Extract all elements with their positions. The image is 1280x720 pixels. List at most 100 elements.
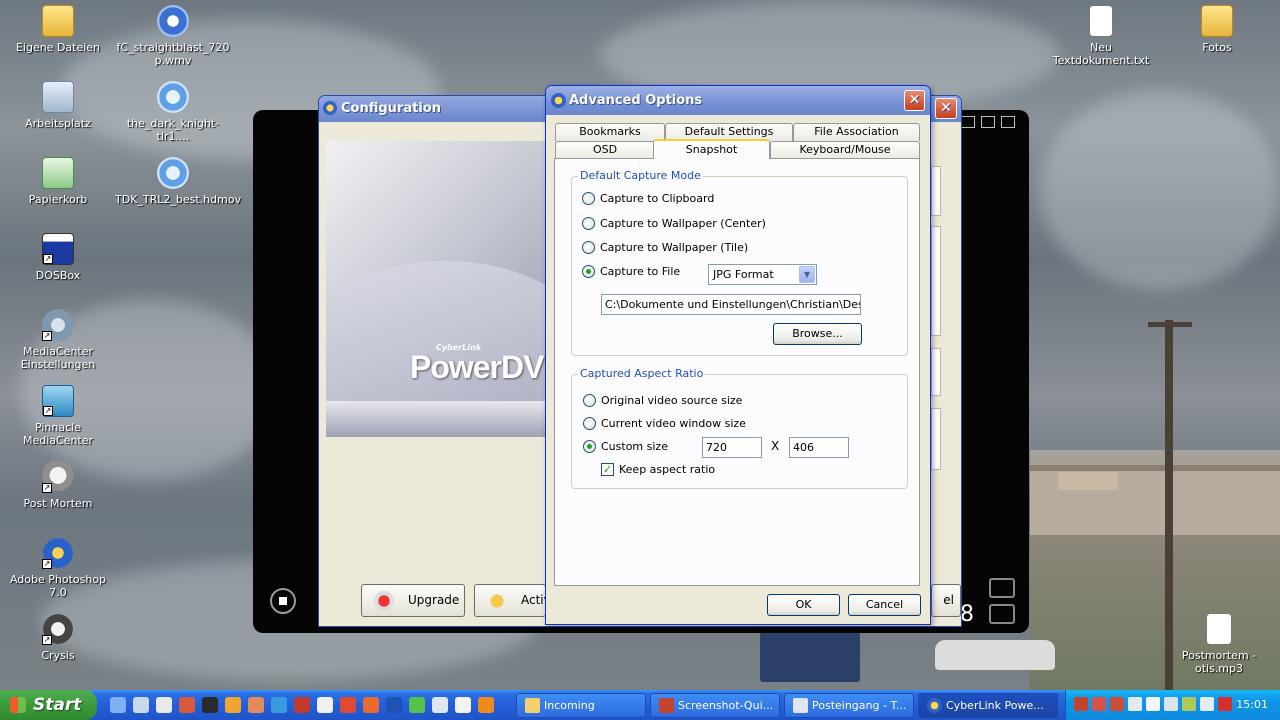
desktop-icon-photoshop[interactable]: ↗ Adobe Photoshop 7.0	[0, 537, 116, 599]
desktop-icon-straightblast[interactable]: fC_straightblast_720p.wmv	[115, 5, 231, 67]
custom-height-input[interactable]: 406	[789, 437, 849, 458]
show-desktop-icon[interactable]	[110, 697, 126, 713]
browse-button[interactable]: Browse...	[773, 323, 862, 345]
desktop-icon-tdk-trl2[interactable]: TDK_TRL2_best.hdmov	[115, 157, 241, 206]
tools-icon[interactable]	[989, 578, 1015, 598]
start-button[interactable]: Start	[0, 690, 97, 720]
radio-button[interactable]	[582, 192, 595, 205]
radio-capture-wallpaper-center[interactable]: Capture to Wallpaper (Center)	[582, 217, 766, 230]
quicklaunch-icon[interactable]	[340, 697, 356, 713]
player-counter: 8	[960, 602, 974, 627]
desktop-icon-postmortem-mp3[interactable]: Postmortem - otis.mp3	[1159, 613, 1279, 675]
quicklaunch-icon[interactable]	[225, 697, 241, 713]
quicklaunch-icon[interactable]	[179, 697, 195, 713]
tab-keyboard-mouse[interactable]: Keyboard/Mouse	[770, 141, 920, 159]
quicklaunch-icon[interactable]	[156, 697, 172, 713]
desktop-icon-papierkorb[interactable]: Papierkorb	[0, 157, 116, 206]
maximize-icon[interactable]	[981, 116, 995, 128]
tray-icon[interactable]	[1128, 697, 1142, 711]
quicklaunch-icon[interactable]	[455, 697, 471, 713]
quicklaunch-icon[interactable]	[386, 697, 402, 713]
tray-icon[interactable]	[1146, 697, 1160, 711]
cancel-button-partial[interactable]: el	[931, 584, 961, 617]
desktop-icon-eigene-dateien[interactable]: Eigene Dateien	[0, 5, 116, 54]
radio-button[interactable]	[582, 241, 595, 254]
radio-button[interactable]	[582, 265, 595, 278]
quicklaunch-icon[interactable]	[133, 697, 149, 713]
desktop-icon-pinnacle[interactable]: ↗ Pinnacle MediaCenter	[0, 385, 116, 447]
minimize-icon[interactable]	[961, 116, 975, 128]
radio-button[interactable]	[583, 440, 596, 453]
task-posteingang[interactable]: Posteingang - T...	[784, 693, 914, 718]
custom-width-input[interactable]: 720	[702, 437, 762, 458]
text-file-icon	[1089, 5, 1113, 37]
vlc-icon[interactable]	[478, 697, 494, 713]
quicklaunch-icon[interactable]	[409, 697, 425, 713]
keep-aspect-ratio-checkbox[interactable]: ✓ Keep aspect ratio	[601, 463, 715, 476]
tab-bookmarks[interactable]: Bookmarks	[555, 123, 665, 141]
expand-icon[interactable]	[989, 604, 1015, 624]
quicklaunch-icon[interactable]	[248, 697, 264, 713]
radio-custom-size[interactable]: Custom size	[583, 440, 668, 453]
desktop-icon-label: Adobe Photoshop 7.0	[9, 573, 107, 599]
chevron-down-icon[interactable]: ▼	[799, 266, 815, 283]
format-select-value: JPG Format	[713, 268, 774, 281]
radio-original-size[interactable]: Original video source size	[583, 394, 742, 407]
close-icon[interactable]	[1001, 116, 1015, 128]
internet-explorer-icon[interactable]	[271, 697, 287, 713]
tab-osd[interactable]: OSD	[555, 141, 655, 159]
network-icon[interactable]	[1164, 697, 1178, 711]
format-select[interactable]: JPG Format ▼	[708, 264, 817, 285]
desktop-icon-textdokument[interactable]: Neu Textdokument.txt	[1043, 5, 1159, 67]
radio-capture-wallpaper-tile[interactable]: Capture to Wallpaper (Tile)	[582, 241, 748, 254]
size-separator: X	[771, 439, 780, 453]
clock: 15:01	[1236, 698, 1268, 711]
cancel-button[interactable]: Cancel	[848, 594, 921, 616]
tray-icon[interactable]	[1074, 697, 1088, 711]
desktop-icon-mediacenter-einstellungen[interactable]: ↗ MediaCenter Einstellungen	[0, 309, 116, 371]
close-button[interactable]: ✕	[904, 90, 925, 111]
radio-capture-file[interactable]: Capture to File	[582, 265, 680, 278]
tray-icon[interactable]	[1182, 697, 1196, 711]
task-screenshot[interactable]: Screenshot-Qui...	[650, 693, 780, 718]
desktop-icon-arbeitsplatz[interactable]: Arbeitsplatz	[0, 81, 116, 130]
desktop-icon-post-mortem[interactable]: ↗ Post Mortem	[0, 461, 116, 510]
capture-path-input[interactable]: C:\Dokumente und Einstellungen\Christian…	[601, 294, 861, 315]
radio-button[interactable]	[583, 417, 596, 430]
radio-button[interactable]	[582, 217, 595, 230]
task-incoming[interactable]: Incoming	[516, 693, 646, 718]
tray-icon[interactable]	[1110, 697, 1124, 711]
powerdvd-icon	[927, 698, 942, 713]
quicklaunch-icon[interactable]	[294, 697, 310, 713]
quicklaunch-icon[interactable]	[317, 697, 333, 713]
radio-capture-clipboard[interactable]: Capture to Clipboard	[582, 192, 714, 205]
tray-icon[interactable]	[1092, 697, 1106, 711]
task-cyberlink[interactable]: CyberLink Powe...	[918, 693, 1058, 718]
close-button[interactable]: ✕	[935, 98, 957, 119]
cursor-icon[interactable]	[432, 697, 448, 713]
advanced-options-titlebar[interactable]: Advanced Options ✕	[546, 86, 930, 115]
desktop-icon-dosbox[interactable]: ↗ DOSBox	[0, 233, 116, 282]
activate-button[interactable]: Activ	[474, 584, 551, 617]
aspect-ratio-legend: Captured Aspect Ratio	[578, 367, 706, 380]
steam-icon[interactable]	[202, 697, 218, 713]
desktop-icon-label: Papierkorb	[28, 193, 88, 206]
desktop-icon-dark-knight[interactable]: the_dark_knight-tlr1....	[115, 81, 231, 143]
capture-mode-legend: Default Capture Mode	[578, 169, 703, 182]
radio-button[interactable]	[583, 394, 596, 407]
upgrade-button[interactable]: Upgrade	[361, 584, 465, 617]
start-label: Start	[33, 695, 82, 715]
checkmark-icon[interactable]: ✓	[601, 463, 614, 476]
desktop-icon-crysis[interactable]: ↗ Crysis	[0, 613, 116, 662]
radio-window-size[interactable]: Current video window size	[583, 417, 746, 430]
quicklaunch-icon[interactable]	[363, 697, 379, 713]
tab-file-association[interactable]: File Association	[793, 123, 920, 141]
volume-icon[interactable]	[1200, 697, 1214, 711]
desktop-icon-fotos[interactable]: Fotos	[1159, 5, 1275, 54]
antivirus-icon[interactable]	[1218, 697, 1232, 711]
desktop-icon-label: the_dark_knight-tlr1....	[126, 117, 220, 143]
tab-snapshot[interactable]: Snapshot	[653, 139, 770, 159]
stop-button[interactable]	[270, 588, 296, 614]
recycle-bin-icon	[42, 157, 74, 189]
ok-button[interactable]: OK	[767, 594, 840, 616]
